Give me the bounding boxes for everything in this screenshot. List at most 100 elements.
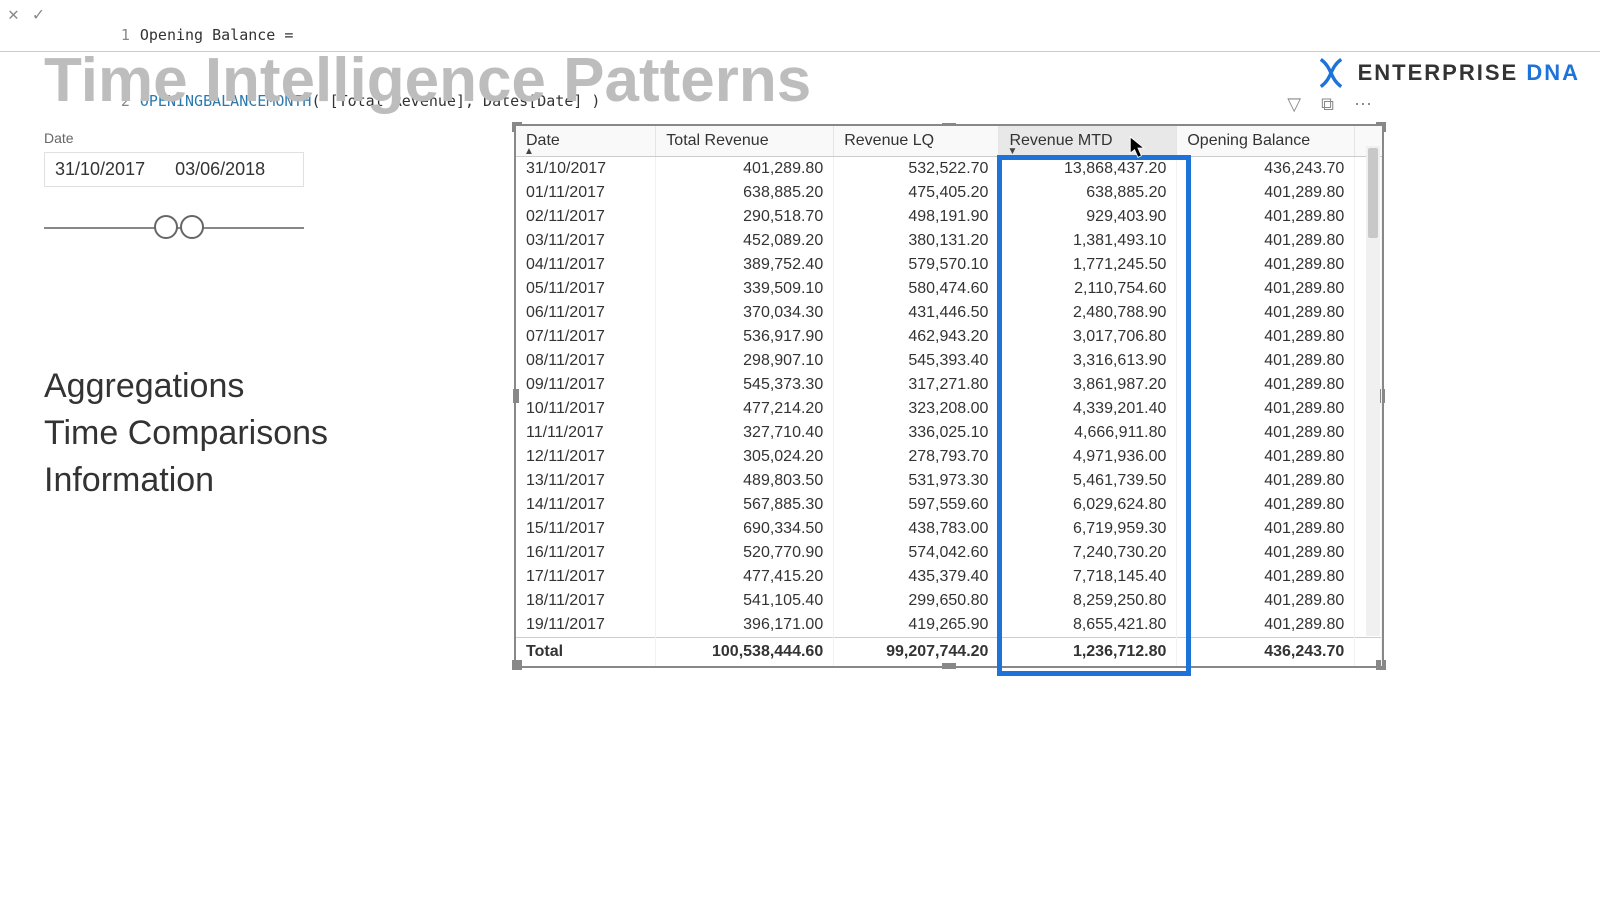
cell-total-revenue: 477,214.20 (656, 397, 834, 421)
col-header-revenue-mtd[interactable]: Revenue MTD ▼ (999, 126, 1177, 157)
cell-opening-balance: 401,289.80 (1177, 253, 1355, 277)
cell-date: 10/11/2017 (516, 397, 656, 421)
cell-revenue-lq: 317,271.80 (834, 373, 999, 397)
cell-date: 18/11/2017 (516, 589, 656, 613)
table-row[interactable]: 19/11/2017396,171.00419,265.908,655,421.… (516, 613, 1382, 638)
date-slicer[interactable]: 31/10/2017 03/06/2018 (44, 152, 304, 187)
cell-opening-balance: 401,289.80 (1177, 565, 1355, 589)
table-row[interactable]: 09/11/2017545,373.30317,271.803,861,987.… (516, 373, 1382, 397)
cell-date: 19/11/2017 (516, 613, 656, 638)
cell-date: 14/11/2017 (516, 493, 656, 517)
cell-total-revenue: 298,907.10 (656, 349, 834, 373)
table-row[interactable]: 17/11/2017477,415.20435,379.407,718,145.… (516, 565, 1382, 589)
focus-mode-icon[interactable]: ⧉ (1321, 94, 1334, 115)
cell-opening-balance: 401,289.80 (1177, 301, 1355, 325)
table-row[interactable]: 11/11/2017327,710.40336,025.104,666,911.… (516, 421, 1382, 445)
table-row[interactable]: 06/11/2017370,034.30431,446.502,480,788.… (516, 301, 1382, 325)
scrollbar-thumb[interactable] (1368, 148, 1378, 238)
more-options-icon[interactable]: ⋯ (1354, 94, 1372, 115)
date-slicer-label: Date (44, 130, 474, 146)
cell-date: 03/11/2017 (516, 229, 656, 253)
table-row[interactable]: 12/11/2017305,024.20278,793.704,971,936.… (516, 445, 1382, 469)
cell-total-revenue: 389,752.40 (656, 253, 834, 277)
table-row[interactable]: 08/11/2017298,907.10545,393.403,316,613.… (516, 349, 1382, 373)
cell-revenue-lq: 299,650.80 (834, 589, 999, 613)
cell-date: 02/11/2017 (516, 205, 656, 229)
page-title: Time Intelligence Patterns (44, 50, 811, 112)
sort-desc-icon: ▼ (1007, 146, 1017, 157)
date-from[interactable]: 31/10/2017 (55, 159, 145, 180)
sort-asc-icon: ▲ (524, 146, 534, 157)
col-header-total-revenue[interactable]: Total Revenue (656, 126, 834, 157)
nav-time-comparisons[interactable]: Time Comparisons (44, 414, 474, 453)
cell-revenue-mtd: 13,868,437.20 (999, 157, 1177, 182)
cell-revenue-lq: 419,265.90 (834, 613, 999, 638)
date-to[interactable]: 03/06/2018 (175, 159, 265, 180)
cell-revenue-lq: 580,474.60 (834, 277, 999, 301)
cell-opening-balance: 401,289.80 (1177, 613, 1355, 638)
table-row[interactable]: 07/11/2017536,917.90462,943.203,017,706.… (516, 325, 1382, 349)
cell-revenue-mtd: 3,861,987.20 (999, 373, 1177, 397)
commit-formula-icon[interactable]: ✓ (33, 4, 44, 25)
table-row[interactable]: 10/11/2017477,214.20323,208.004,339,201.… (516, 397, 1382, 421)
cell-date: 17/11/2017 (516, 565, 656, 589)
cell-revenue-mtd: 3,316,613.90 (999, 349, 1177, 373)
col-header-revenue-lq[interactable]: Revenue LQ (834, 126, 999, 157)
cell-revenue-mtd: 6,719,959.30 (999, 517, 1177, 541)
cell-opening-balance: 401,289.80 (1177, 205, 1355, 229)
cell-date: 12/11/2017 (516, 445, 656, 469)
cell-revenue-lq: 532,522.70 (834, 157, 999, 182)
cell-revenue-mtd: 3,017,706.80 (999, 325, 1177, 349)
cell-revenue-mtd: 4,666,911.80 (999, 421, 1177, 445)
table-row[interactable]: 02/11/2017290,518.70498,191.90929,403.90… (516, 205, 1382, 229)
cell-revenue-mtd: 8,655,421.80 (999, 613, 1177, 638)
table-row[interactable]: 16/11/2017520,770.90574,042.607,240,730.… (516, 541, 1382, 565)
table-row[interactable]: 03/11/2017452,089.20380,131.201,381,493.… (516, 229, 1382, 253)
vertical-scrollbar[interactable] (1366, 146, 1380, 636)
cancel-formula-icon[interactable]: ✕ (8, 4, 19, 25)
table-row[interactable]: 18/11/2017541,105.40299,650.808,259,250.… (516, 589, 1382, 613)
nav-aggregations[interactable]: Aggregations (44, 367, 474, 406)
cell-revenue-lq: 475,405.20 (834, 181, 999, 205)
table-row[interactable]: 14/11/2017567,885.30597,559.606,029,624.… (516, 493, 1382, 517)
cell-total-revenue: 452,089.20 (656, 229, 834, 253)
cell-date: 07/11/2017 (516, 325, 656, 349)
cell-total-revenue: 339,509.10 (656, 277, 834, 301)
matrix-visual[interactable]: Date ▲ Total Revenue Revenue LQ Revenue … (514, 124, 1384, 668)
cell-total-revenue: 541,105.40 (656, 589, 834, 613)
cell-revenue-lq: 278,793.70 (834, 445, 999, 469)
cell-total-revenue: 567,885.30 (656, 493, 834, 517)
cell-revenue-mtd: 4,339,201.40 (999, 397, 1177, 421)
cell-opening-balance: 401,289.80 (1177, 349, 1355, 373)
col-header-date[interactable]: Date ▲ (516, 126, 656, 157)
cell-opening-balance: 401,289.80 (1177, 493, 1355, 517)
slider-handle-end[interactable] (180, 215, 204, 239)
cell-date: 06/11/2017 (516, 301, 656, 325)
col-header-opening-balance[interactable]: Opening Balance (1177, 126, 1355, 157)
cell-opening-balance: 401,289.80 (1177, 517, 1355, 541)
cell-revenue-mtd: 6,029,624.80 (999, 493, 1177, 517)
table-row[interactable]: 13/11/2017489,803.50531,973.305,461,739.… (516, 469, 1382, 493)
cell-opening-balance: 436,243.70 (1177, 157, 1355, 182)
cell-revenue-lq: 545,393.40 (834, 349, 999, 373)
cell-opening-balance: 401,289.80 (1177, 541, 1355, 565)
cell-total-revenue: 638,885.20 (656, 181, 834, 205)
cell-revenue-lq: 323,208.00 (834, 397, 999, 421)
cell-opening-balance: 401,289.80 (1177, 325, 1355, 349)
cell-total-revenue: 370,034.30 (656, 301, 834, 325)
date-slider[interactable] (44, 207, 304, 247)
cell-date: 04/11/2017 (516, 253, 656, 277)
cell-revenue-mtd: 5,461,739.50 (999, 469, 1177, 493)
cell-revenue-lq: 574,042.60 (834, 541, 999, 565)
cell-total-revenue: 396,171.00 (656, 613, 834, 638)
cell-total-revenue: 327,710.40 (656, 421, 834, 445)
slider-handle-start[interactable] (154, 215, 178, 239)
cell-total-revenue: 536,917.90 (656, 325, 834, 349)
table-row[interactable]: 05/11/2017339,509.10580,474.602,110,754.… (516, 277, 1382, 301)
table-row[interactable]: 31/10/2017401,289.80532,522.7013,868,437… (516, 157, 1382, 182)
table-row[interactable]: 01/11/2017638,885.20475,405.20638,885.20… (516, 181, 1382, 205)
table-row[interactable]: 15/11/2017690,334.50438,783.006,719,959.… (516, 517, 1382, 541)
filter-icon[interactable]: ▽ (1287, 94, 1301, 115)
table-row[interactable]: 04/11/2017389,752.40579,570.101,771,245.… (516, 253, 1382, 277)
nav-information[interactable]: Information (44, 461, 474, 500)
